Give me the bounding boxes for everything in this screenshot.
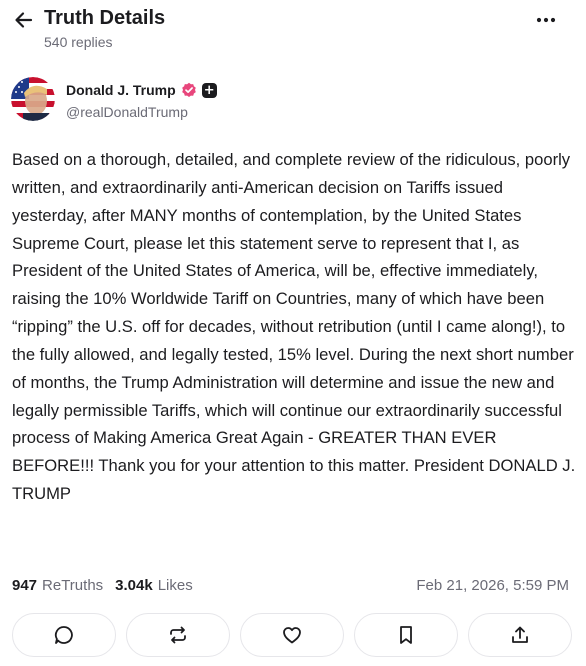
- retruth-icon: [170, 626, 186, 644]
- share-icon: [512, 626, 528, 643]
- back-button[interactable]: [10, 6, 38, 34]
- heart-icon: [283, 627, 301, 644]
- retruths-stat[interactable]: 947 ReTruths: [12, 576, 103, 596]
- likes-count: 3.04k: [115, 577, 153, 594]
- comment-icon: [54, 626, 73, 644]
- action-bar: [12, 613, 572, 657]
- replies-count: 540 replies: [44, 34, 113, 50]
- arrow-left-icon: [15, 12, 33, 28]
- plus-badge-icon: +: [201, 82, 217, 98]
- avatar[interactable]: [11, 77, 55, 121]
- bookmark-icon: [400, 626, 412, 644]
- post-timestamp: Feb 21, 2026, 5:59 PM: [416, 577, 569, 594]
- author-handle[interactable]: @realDonaldTrump: [66, 103, 188, 121]
- retruths-count: 947: [12, 577, 38, 594]
- likes-stat[interactable]: 3.04k Likes: [115, 576, 193, 596]
- more-horizontal-icon: [536, 17, 556, 23]
- post-text: Based on a thorough, detailed, and compl…: [12, 150, 576, 504]
- author-name-row: Donald J. Trump +: [66, 80, 217, 100]
- author-name[interactable]: Donald J. Trump: [66, 80, 176, 100]
- post-stats: 947 ReTruths 3.04k Likes: [12, 576, 193, 596]
- retruth-button[interactable]: [126, 613, 230, 657]
- more-options-button[interactable]: [530, 8, 562, 32]
- reply-button[interactable]: [12, 613, 116, 657]
- bookmark-button[interactable]: [354, 613, 458, 657]
- retruths-label: ReTruths: [42, 577, 104, 594]
- like-button[interactable]: [240, 613, 344, 657]
- top-bar: Truth Details 540 replies: [0, 0, 586, 60]
- verified-badge-icon: [181, 82, 197, 98]
- likes-label: Likes: [157, 577, 193, 594]
- share-button[interactable]: [468, 613, 572, 657]
- page-title: Truth Details: [44, 7, 166, 29]
